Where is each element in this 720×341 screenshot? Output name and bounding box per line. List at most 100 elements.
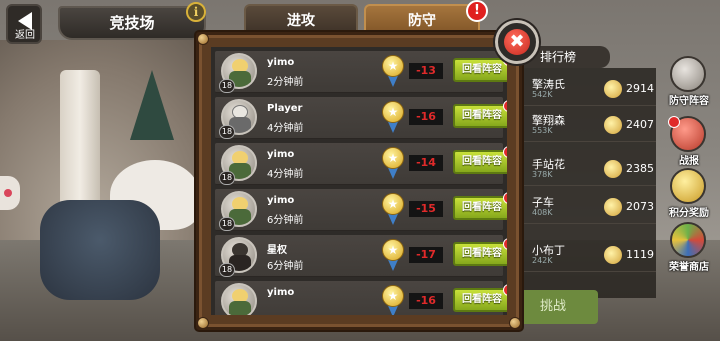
medal-icon: ★ xyxy=(381,239,405,273)
ranking-row[interactable]: 擎翔森 553K 2407 xyxy=(512,108,656,142)
view-lineup-button[interactable]: 回看阵容 ! xyxy=(453,146,507,174)
nail-decoration xyxy=(197,33,209,45)
points-reward-icon xyxy=(670,168,706,204)
score-change: -16 xyxy=(409,109,443,125)
score-change: -13 xyxy=(409,63,443,79)
time-ago: 2分钟前 xyxy=(267,77,304,88)
button-label: 回看阵容 xyxy=(462,156,502,167)
level-badge: 18 xyxy=(219,263,235,277)
button-label: 回看阵容 xyxy=(462,248,502,259)
stone-column xyxy=(60,70,100,210)
score-change: -14 xyxy=(409,155,443,171)
coin-icon xyxy=(604,116,622,134)
chat-icon[interactable] xyxy=(0,176,20,210)
medal-icon: ★ xyxy=(381,285,405,315)
hero-character xyxy=(40,200,160,300)
alert-badge: ! xyxy=(503,284,507,296)
defense-log-modal: 18 yimo 2分钟前 ★ -13 回看阵容 ! 18 Player 4分钟前 xyxy=(196,32,522,330)
rank-power: 542K xyxy=(532,90,553,99)
battle-list[interactable]: 18 yimo 2分钟前 ★ -13 回看阵容 ! 18 Player 4分钟前 xyxy=(211,47,507,315)
ranking-panel: 擎涛氏 542K 2914 擎翔森 553K 2407 手站花 378K 238… xyxy=(500,68,656,298)
level-badge: 18 xyxy=(219,79,235,93)
medal-icon: ★ xyxy=(381,101,405,135)
player-name: yimo xyxy=(267,195,295,206)
alert-badge: ! xyxy=(503,192,507,204)
side-item-label: 防守阵容 xyxy=(669,96,709,107)
side-item-honor-shop[interactable]: 荣誉商店 xyxy=(660,222,718,273)
notification-dot xyxy=(668,116,680,128)
nail-decoration xyxy=(509,317,521,329)
pine-tree xyxy=(130,70,174,140)
score-change: -15 xyxy=(409,201,443,217)
alert-badge: ! xyxy=(503,146,507,158)
rank-power: 553K xyxy=(532,126,553,135)
level-badge: 18 xyxy=(219,217,235,231)
rank-power: 242K xyxy=(532,256,553,265)
alert-badge: ! xyxy=(503,100,507,112)
side-item-points-reward[interactable]: 积分奖励 xyxy=(660,168,718,219)
side-item-label: 荣誉商店 xyxy=(669,262,709,273)
time-ago: 4分钟前 xyxy=(267,169,304,180)
view-lineup-button[interactable]: 回看阵容 ! xyxy=(453,100,507,128)
view-lineup-button[interactable]: 回看阵容 ! xyxy=(453,284,507,312)
player-name: yimo xyxy=(267,149,295,160)
tab-alert-icon: ! xyxy=(466,0,488,22)
rank-score: 2914 xyxy=(626,82,654,95)
level-badge: 18 xyxy=(219,171,235,185)
coin-icon xyxy=(604,80,622,98)
shield-icon xyxy=(670,56,706,92)
rank-power: 408K xyxy=(532,208,553,217)
level-badge: 18 xyxy=(219,125,235,139)
button-label: 回看阵容 xyxy=(462,202,502,213)
medal-star: ★ xyxy=(382,55,404,77)
view-lineup-button[interactable]: 回看阵容 ! xyxy=(453,238,507,266)
rank-score: 2385 xyxy=(626,162,654,175)
medal-star: ★ xyxy=(382,285,404,307)
rank-score: 1119 xyxy=(626,248,654,261)
side-item-label: 战报 xyxy=(679,156,699,167)
info-icon[interactable]: i xyxy=(186,2,206,22)
player-name: Player xyxy=(267,103,303,114)
back-button[interactable]: 返回 xyxy=(6,4,42,44)
battle-row: 18 星权 6分钟前 ★ -17 回看阵容 ! xyxy=(215,235,507,277)
player-avatar xyxy=(221,283,257,315)
battle-row: 18 yimo 6分钟前 ★ -15 回看阵容 ! xyxy=(215,189,507,231)
warrior-body-icon xyxy=(229,301,251,315)
medal-icon: ★ xyxy=(381,193,405,227)
medal-icon: ★ xyxy=(381,147,405,181)
medal-icon: ★ xyxy=(381,55,405,89)
battle-row: 18 yimo 2分钟前 ★ -13 回看阵容 ! xyxy=(215,51,507,93)
button-label: 回看阵容 xyxy=(462,110,502,121)
player-name: yimo xyxy=(267,287,295,298)
time-ago: 4分钟前 xyxy=(267,123,304,134)
player-name: yimo xyxy=(267,57,295,68)
medal-star: ★ xyxy=(382,193,404,215)
ranking-row[interactable]: 小布丁 242K 1119 xyxy=(512,238,656,272)
ranking-row[interactable]: 擎涛氏 542K 2914 xyxy=(512,72,656,106)
close-icon: ✖ xyxy=(509,31,525,52)
arena-title: 竞技场 xyxy=(58,6,206,40)
rank-score: 2407 xyxy=(626,118,654,131)
nail-decoration xyxy=(197,317,209,329)
player-name: 星权 xyxy=(267,245,287,256)
medal-star: ★ xyxy=(382,239,404,261)
view-lineup-button[interactable]: 回看阵容 ! xyxy=(453,54,507,82)
battle-row: 18 Player 4分钟前 ★ -16 回看阵容 ! xyxy=(215,97,507,139)
side-item-battle-report[interactable]: 战报 xyxy=(660,116,718,167)
button-label: 回看阵容 xyxy=(462,294,502,305)
honor-shop-icon xyxy=(670,222,706,258)
rank-power: 378K xyxy=(532,170,553,179)
rank-score: 2073 xyxy=(626,200,654,213)
close-button[interactable]: ✖ xyxy=(495,20,539,64)
back-label: 返回 xyxy=(15,30,35,41)
score-change: -17 xyxy=(409,247,443,263)
ranking-row[interactable]: 子车 408K 2073 xyxy=(512,190,656,224)
ranking-row[interactable]: 手站花 378K 2385 xyxy=(512,152,656,186)
view-lineup-button[interactable]: 回看阵容 ! xyxy=(453,192,507,220)
side-item-label: 积分奖励 xyxy=(669,208,709,219)
score-change: -16 xyxy=(409,293,443,309)
coin-icon xyxy=(604,246,622,264)
battle-row: 18 yimo 4分钟前 ★ -14 回看阵容 ! xyxy=(215,143,507,185)
coin-icon xyxy=(604,198,622,216)
side-item-defense-lineup[interactable]: 防守阵容 xyxy=(660,56,718,107)
